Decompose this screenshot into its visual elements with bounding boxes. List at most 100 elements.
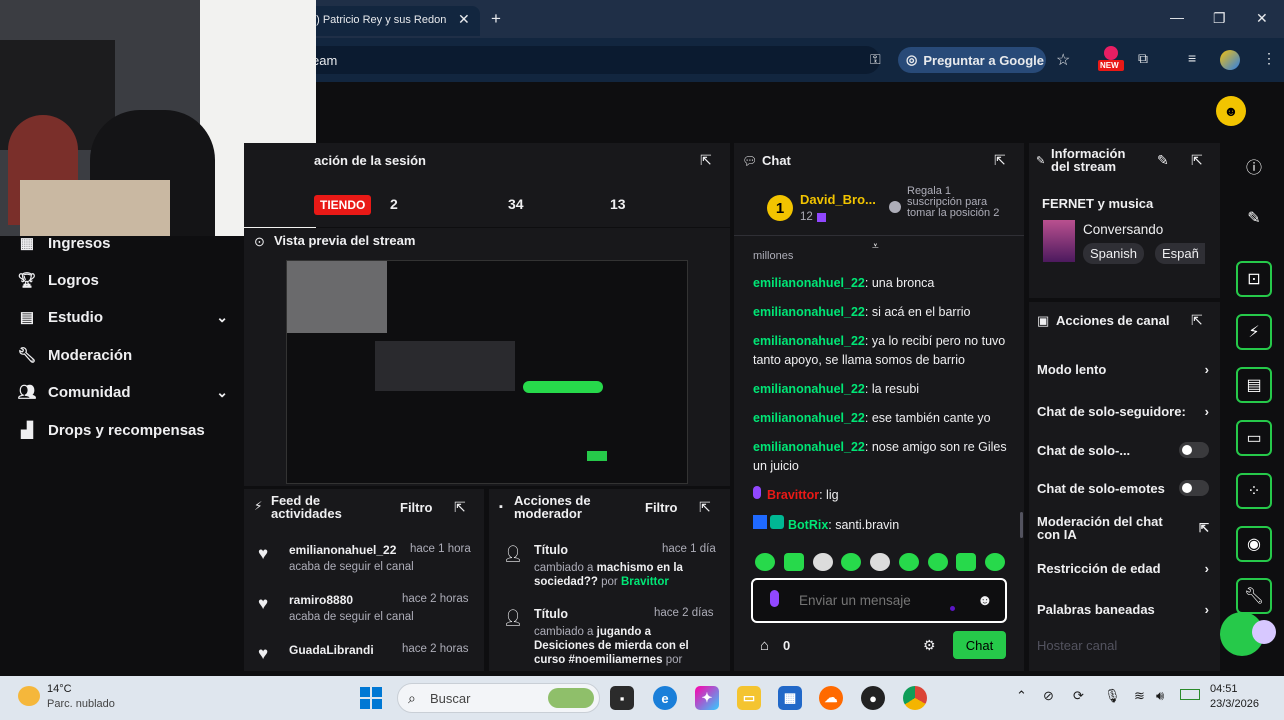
banned-words-row[interactable]: Palabras baneadas ›	[1037, 600, 1209, 618]
mod-user[interactable]: Bravittor	[621, 576, 669, 588]
battery-icon[interactable]	[1180, 689, 1200, 700]
chat-username[interactable]: emilianonahuel_22	[753, 334, 865, 348]
browser-tab[interactable]: 8) Patricio Rey y sus Redon	[300, 6, 480, 36]
profile-avatar[interactable]	[1220, 50, 1240, 70]
chat-input[interactable]: ☻	[751, 578, 1007, 623]
emote-only-toggle[interactable]	[1179, 480, 1209, 496]
weather-temp[interactable]: 14°C	[47, 683, 72, 695]
popout-icon[interactable]: ⇱	[700, 152, 712, 169]
extensions-icon[interactable]: ⧉	[1138, 50, 1148, 67]
feed-user[interactable]: GuadaLibrandi	[289, 643, 374, 657]
emote-icon[interactable]	[956, 553, 977, 571]
emote-icon[interactable]	[755, 553, 775, 571]
popout-icon[interactable]: ⇱	[994, 152, 1006, 169]
feed-user[interactable]: emilianonahuel_22	[289, 543, 396, 557]
clip-icon[interactable]: ⊡	[1236, 261, 1272, 297]
stream-preview-video[interactable]	[286, 260, 688, 484]
emote-icon[interactable]	[812, 553, 833, 571]
extension-new-icon[interactable]: NEW	[1098, 46, 1124, 74]
emote-icon[interactable]	[870, 553, 890, 571]
info-icon[interactable]: ⓘ	[1236, 148, 1272, 184]
chat-username[interactable]: emilianonahuel_22	[753, 276, 865, 290]
leader-name[interactable]: David_Bro...	[800, 192, 876, 207]
emote-icon[interactable]	[985, 553, 1005, 571]
category-name[interactable]: Conversando	[1083, 222, 1163, 237]
gift-prompt[interactable]: Regala 1 suscripción para tomar la posic…	[907, 186, 1007, 219]
emote-icon[interactable]	[841, 553, 862, 571]
minimize-icon[interactable]: —	[1170, 9, 1184, 25]
assistant-icon[interactable]	[1252, 620, 1276, 644]
chat-username[interactable]: Bravittor	[767, 488, 819, 502]
volume-icon[interactable]: 🔊︎	[1156, 688, 1164, 704]
password-key-icon[interactable]: ⚿	[870, 51, 881, 68]
clock-date[interactable]: 23/3/2026	[1210, 698, 1259, 710]
url-field[interactable]: eam	[300, 46, 880, 74]
close-tab-icon[interactable]: ✕	[458, 11, 470, 28]
settings-gear-icon[interactable]: ⚙	[923, 637, 936, 654]
wrench-icon[interactable]: 🔧︎	[1236, 578, 1272, 614]
popout-icon[interactable]: ⇱	[1191, 312, 1203, 329]
store-icon[interactable]: ▦	[778, 686, 802, 710]
user-avatar[interactable]: ☻	[1216, 96, 1246, 126]
chat-username[interactable]: emilianonahuel_22	[753, 382, 865, 396]
send-chat-button[interactable]: Chat	[953, 631, 1006, 659]
obs-icon[interactable]: ●	[861, 686, 885, 710]
age-restriction-row[interactable]: Restricción de edad ›	[1037, 559, 1209, 577]
pencil-icon[interactable]: ✎	[1236, 200, 1272, 236]
emote-icon[interactable]	[783, 553, 804, 571]
chat-username[interactable]: emilianonahuel_22	[753, 440, 865, 454]
taskbar-search[interactable]: ⌕ Buscar	[397, 683, 600, 713]
tag-pill[interactable]: Españ	[1155, 243, 1205, 264]
edit-icon[interactable]: ✎	[1157, 152, 1169, 169]
edge-icon[interactable]: e	[653, 686, 677, 710]
ai-moderation-row[interactable]: Moderación del chat con IA ⇱	[1037, 514, 1209, 542]
slow-mode-row[interactable]: Modo lento ›	[1037, 360, 1209, 378]
chrome-icon[interactable]	[903, 686, 927, 710]
chat-username[interactable]: BotRix	[788, 518, 828, 532]
feed-user[interactable]: ramiro8880	[289, 593, 353, 607]
reading-list-icon[interactable]: ≡	[1188, 50, 1196, 66]
tag-pill[interactable]: Spanish	[1083, 243, 1144, 264]
channel-points-icon[interactable]: ⌂	[760, 637, 769, 654]
new-tab-icon[interactable]: +	[491, 9, 501, 29]
sidebar-item-drops[interactable]: ▟ Drops y recompensas	[18, 415, 228, 445]
soundcloud-icon[interactable]: ☁	[819, 686, 843, 710]
ask-google-button[interactable]: ◎ Preguntar a Google	[898, 47, 1046, 73]
document-icon[interactable]: ▤	[1236, 367, 1272, 403]
chat-username[interactable]: emilianonahuel_22	[753, 305, 865, 319]
emote-icon[interactable]	[927, 553, 948, 571]
taskbar-app-icon[interactable]: ▪	[610, 686, 634, 710]
lightning-icon[interactable]: ⚡︎	[1236, 314, 1272, 350]
windows-start-icon[interactable]	[360, 687, 382, 709]
chat-username[interactable]: emilianonahuel_22	[753, 411, 865, 425]
chat-scrollbar[interactable]	[1020, 512, 1023, 538]
popout-icon[interactable]: ⇱	[454, 499, 466, 516]
sidebar-item-logros[interactable]: 🏆︎ Logros	[17, 265, 228, 295]
sidebar-item-estudio[interactable]: ▤ Estudio ⌄	[18, 302, 228, 332]
grid-icon[interactable]: ⁘	[1236, 473, 1272, 509]
chat-icon[interactable]: ▭	[1236, 420, 1272, 456]
sidebar-item-moderacion[interactable]: 🔧︎ Moderación	[17, 340, 228, 370]
chrome-menu-icon[interactable]: ⋮	[1262, 50, 1276, 67]
followers-only-row[interactable]: Chat de solo-seguidore: ›	[1037, 402, 1209, 420]
copilot-icon[interactable]: ✦	[695, 686, 719, 710]
file-explorer-icon[interactable]: ▭	[737, 686, 761, 710]
sync-icon[interactable]: ⟳	[1073, 688, 1084, 704]
maximize-icon[interactable]: ❐	[1213, 10, 1226, 27]
sidebar-item-comunidad[interactable]: 👥︎ Comunidad ⌄	[17, 377, 228, 407]
wifi-icon[interactable]: ≋	[1134, 688, 1145, 704]
close-window-icon[interactable]: ✕	[1256, 10, 1268, 27]
filter-button[interactable]: Filtro	[400, 500, 433, 515]
popout-icon[interactable]: ⇱	[1191, 152, 1203, 169]
category-boxart[interactable]	[1043, 220, 1075, 262]
filter-button[interactable]: Filtro	[645, 500, 678, 515]
network-off-icon[interactable]: ⊘	[1043, 688, 1054, 704]
clock-time[interactable]: 04:51	[1210, 683, 1238, 695]
bot-icon[interactable]: ◉	[1236, 526, 1272, 562]
microphone-icon[interactable]: 🎙︎	[1104, 688, 1121, 704]
bookmark-star-icon[interactable]: ☆	[1056, 50, 1070, 70]
popout-icon[interactable]: ⇱	[699, 499, 711, 516]
chevron-up-icon[interactable]: ⌃	[1016, 688, 1027, 704]
host-channel-row[interactable]: Hostear canal	[1037, 636, 1209, 654]
sidebar-item-ingresos[interactable]: ▦ Ingresos	[18, 228, 228, 258]
